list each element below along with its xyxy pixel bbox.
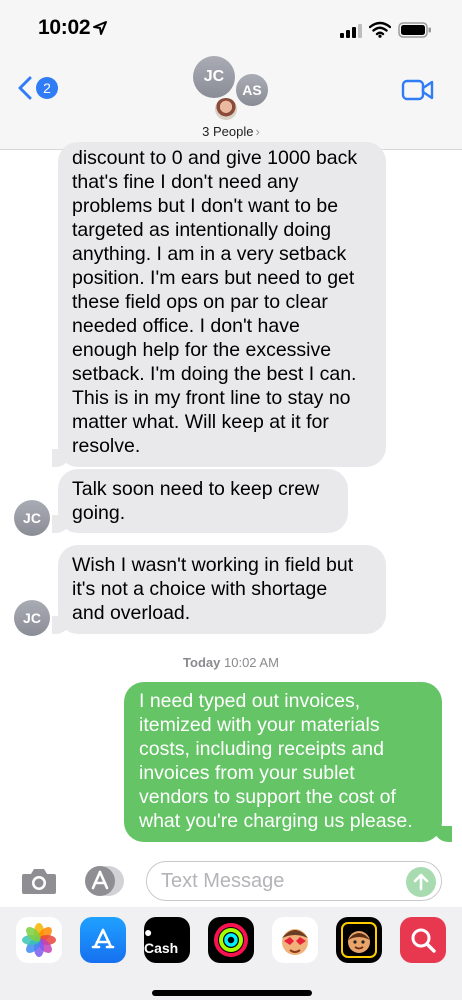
battery-icon xyxy=(398,22,431,38)
sender-avatar[interactable]: JC xyxy=(14,500,50,536)
message-timestamp: Today 10:02 AM xyxy=(0,655,462,670)
timestamp-day: Today xyxy=(183,655,221,670)
incoming-message[interactable]: Wish I wasn't working in field but it's … xyxy=(58,545,386,634)
bubble-tail xyxy=(434,826,452,842)
arrow-up-icon xyxy=(413,873,429,891)
avatar-photo[interactable] xyxy=(213,96,239,122)
wifi-icon xyxy=(369,21,391,38)
memoji-icon xyxy=(282,929,308,955)
group-name-label: 3 People xyxy=(202,124,254,139)
sender-avatar[interactable]: JC xyxy=(14,600,50,636)
cellular-signal-icon xyxy=(340,24,362,38)
facetime-video-icon[interactable] xyxy=(401,78,435,102)
apple-cash-icon: ● Cash xyxy=(144,924,179,956)
photos-icon xyxy=(22,923,56,957)
camera-icon[interactable] xyxy=(20,866,58,896)
home-indicator[interactable] xyxy=(152,990,312,996)
incoming-message[interactable]: Talk soon need to keep crew going. xyxy=(58,469,348,533)
app-drawer: ● Cash xyxy=(0,907,462,1000)
conversation-header: 2 JC AS 3 People › xyxy=(0,48,462,150)
message-input[interactable] xyxy=(161,870,401,893)
timestamp-time: 10:02 AM xyxy=(224,655,279,670)
memoji-button[interactable] xyxy=(272,917,318,963)
outgoing-message[interactable]: I need typed out invoices, itemized with… xyxy=(124,682,442,842)
app-store-icon xyxy=(91,928,115,949)
apple-cash-button[interactable]: ● Cash xyxy=(144,917,190,963)
search-images-icon xyxy=(411,928,436,953)
app-store-drawer-icon[interactable] xyxy=(82,864,126,898)
group-name-button[interactable]: 3 People › xyxy=(0,124,462,139)
search-images-button[interactable] xyxy=(400,917,446,963)
send-button[interactable] xyxy=(406,867,436,897)
status-bar: 10:02 xyxy=(0,0,462,48)
chevron-left-icon xyxy=(18,76,32,100)
incoming-message[interactable]: discount to 0 and give 1000 back that's … xyxy=(58,142,386,467)
message-input-field[interactable] xyxy=(146,861,442,901)
chevron-right-icon: › xyxy=(255,124,260,139)
location-arrow-icon xyxy=(93,21,107,35)
status-time: 10:02 xyxy=(38,16,91,39)
back-button[interactable]: 2 xyxy=(18,76,58,100)
app-store-button[interactable] xyxy=(80,917,126,963)
activity-button[interactable] xyxy=(208,917,254,963)
avatar-as[interactable]: AS xyxy=(234,72,270,108)
memoji-alt-button[interactable] xyxy=(336,917,382,963)
activity-icon xyxy=(214,923,248,957)
unread-count-badge: 2 xyxy=(36,77,58,99)
photos-app-button[interactable] xyxy=(16,917,62,963)
avatar-jc[interactable]: JC xyxy=(193,56,235,98)
memoji-alt-icon xyxy=(341,922,377,958)
apple-cash-label: Cash xyxy=(144,940,179,956)
